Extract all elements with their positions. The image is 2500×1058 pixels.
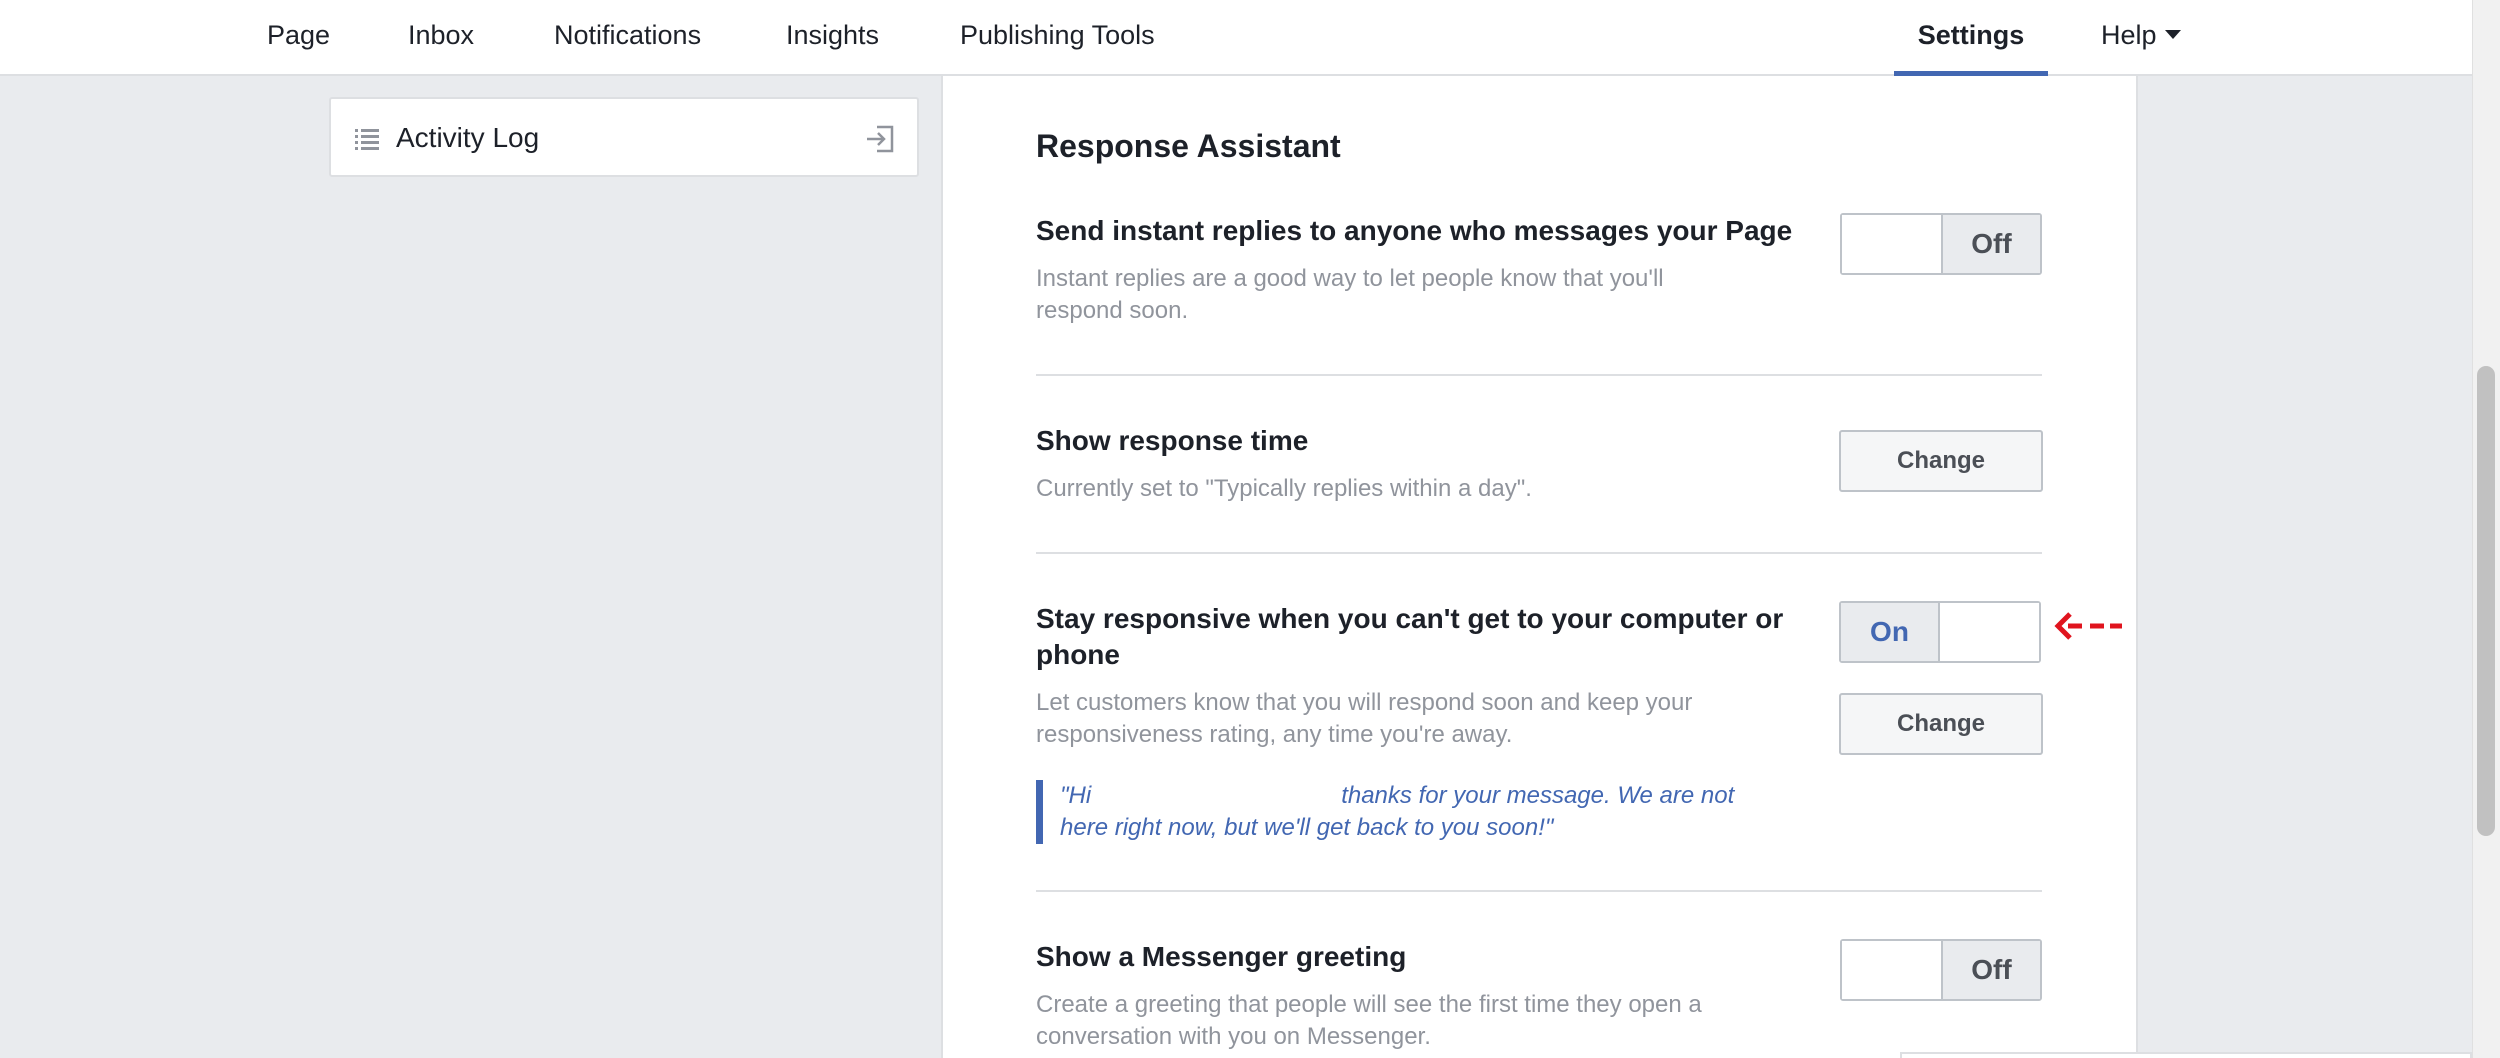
quote-start: "Hi [1060, 782, 1092, 809]
top-nav: Page Inbox Notifications Insights Publis… [0, 0, 2472, 76]
caret-down-icon [2164, 30, 2181, 40]
section-title: Response Assistant [1036, 128, 1341, 164]
nav-page[interactable]: Page [267, 0, 330, 76]
nav-insights[interactable]: Insights [786, 0, 879, 76]
divider [1036, 374, 2042, 376]
quote-end: thanks for your message. We are not here… [1060, 782, 1735, 841]
divider [1036, 552, 2042, 554]
response-time-change-button[interactable]: Change [1839, 430, 2043, 492]
greeting-title: Show a Messenger greeting [1036, 941, 1407, 972]
toggle-state-label: On [1841, 603, 1940, 661]
nav-settings[interactable]: Settings [1894, 0, 2048, 76]
sidebar-item-label: Activity Log [396, 122, 540, 153]
nav-publishing-tools[interactable]: Publishing Tools [960, 0, 1155, 76]
scrollbar-thumb[interactable] [2477, 366, 2495, 836]
instant-replies-desc: Instant replies are a good way to let pe… [1036, 265, 1664, 324]
annotation-arrow-icon [2054, 612, 2122, 640]
toggle-state-label: Off [1941, 215, 2040, 273]
greeting-toggle[interactable]: Off [1840, 939, 2042, 1001]
instant-replies-toggle[interactable]: Off [1840, 213, 2042, 275]
nav-inbox[interactable]: Inbox [408, 0, 474, 76]
divider [1036, 890, 2042, 892]
toggle-state-label: Off [1941, 941, 2040, 999]
nav-notifications[interactable]: Notifications [554, 0, 701, 76]
away-desc: Let customers know that you will respond… [1036, 689, 1693, 748]
instant-replies-title: Send instant replies to anyone who messa… [1036, 215, 1793, 246]
nav-help-label: Help [2101, 20, 2157, 50]
greeting-desc: Create a greeting that people will see t… [1036, 991, 1702, 1050]
sidebar-item-activity-log[interactable]: Activity Log [329, 97, 919, 177]
bottom-popup-edge [1900, 1052, 2472, 1058]
list-icon [355, 129, 379, 150]
response-time-title: Show response time [1036, 425, 1309, 456]
enter-icon[interactable] [865, 124, 895, 154]
toggle-off-side [1940, 603, 2039, 661]
response-time-desc: Currently set to "Typically replies with… [1036, 475, 1532, 502]
nav-help[interactable]: Help [2101, 0, 2181, 76]
toggle-on-side [1842, 215, 1941, 273]
toggle-on-side [1842, 941, 1941, 999]
away-change-button[interactable]: Change [1839, 693, 2043, 755]
away-toggle[interactable]: On [1839, 601, 2041, 663]
away-message-quote: "Hi thanks for your message. We are not h… [1036, 780, 1766, 844]
away-title: Stay responsive when you can't get to yo… [1036, 603, 1784, 670]
